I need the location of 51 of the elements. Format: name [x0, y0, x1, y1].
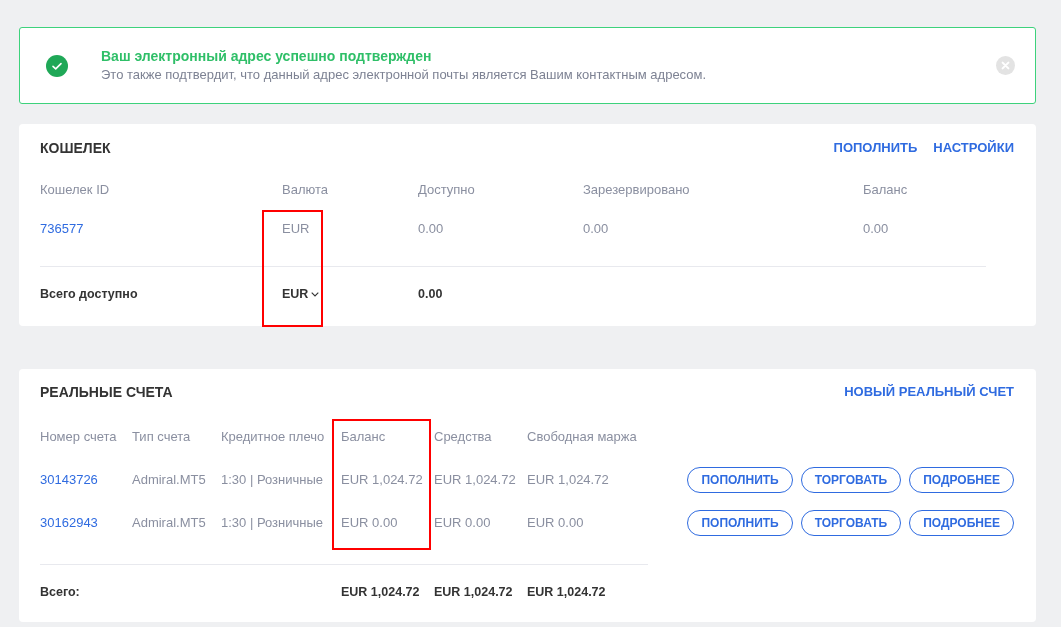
total-value: EUR 1,024.72: [527, 583, 606, 601]
table-cell-text: 1:30 | Розничные: [221, 513, 323, 532]
column-header: Валюта: [282, 181, 328, 200]
action-button[interactable]: ТОРГОВАТЬ: [800, 509, 902, 536]
table-cell-text: EUR 1,024.72: [434, 470, 516, 489]
column-header: Средства: [434, 427, 492, 446]
table-cell-text: EUR: [282, 220, 310, 239]
action-button[interactable]: ПОДРОБНЕЕ: [909, 466, 1014, 493]
table-cell-text: EUR 1,024.72: [527, 470, 609, 489]
column-header: Номер счета: [40, 427, 117, 446]
header-link[interactable]: ПОПОЛНИТЬ: [833, 138, 918, 158]
column-header: Баланс: [341, 427, 386, 446]
total-value: 0.00: [418, 285, 443, 303]
table-cell-text: 0.00: [418, 220, 444, 239]
table-cell-text: EUR 0.00: [341, 513, 398, 532]
column-header: Кошелек ID: [40, 181, 110, 200]
table-cell-text: EUR 1,024.72: [341, 470, 423, 489]
total-value: EUR 1,024.72: [341, 583, 420, 601]
action-button[interactable]: ТОРГОВАТЬ: [800, 466, 902, 493]
action-button[interactable]: ПОПОЛНИТЬ: [687, 509, 793, 536]
table-cell-text: 0.00: [583, 220, 609, 239]
alert-message: Это также подтвердит, что данный адрес электронной почты является Вашим контактным адресом.: [101, 66, 708, 84]
close-icon[interactable]: [996, 56, 1015, 75]
column-header: Кредитное плечо: [221, 427, 325, 446]
table-cell-text: EUR 0.00: [434, 513, 491, 532]
header-link[interactable]: НОВЫЙ РЕАЛЬНЫЙ СЧЕТ: [844, 382, 1014, 402]
table-cell-text: 0.00: [863, 220, 889, 239]
table-cell-text: Admiral.MT5: [132, 513, 206, 532]
total-value: EUR 1,024.72: [434, 583, 513, 601]
check-icon: [46, 54, 68, 77]
action-button[interactable]: ПОПОЛНИТЬ: [687, 466, 793, 493]
column-header: Свободная маржа: [527, 427, 637, 446]
column-header: Тип счета: [132, 427, 191, 446]
currency-dropdown[interactable]: EUR: [282, 284, 320, 304]
section-title: КОШЕЛЕК: [40, 138, 111, 158]
section-title: РЕАЛЬНЫЕ СЧЕТА: [40, 382, 173, 402]
column-header: Зарезервировано: [583, 181, 690, 200]
wallet-id-link[interactable]: 736577: [40, 208, 84, 250]
account-link[interactable]: 30162943: [40, 501, 98, 544]
caret-icon: [311, 291, 320, 297]
total-label: Всего:: [40, 583, 80, 601]
alert-title: Ваш электронный адрес успешно подтвержден: [101, 47, 433, 65]
column-header: Баланс: [863, 181, 908, 200]
table-cell-text: Admiral.MT5: [132, 470, 206, 489]
action-button[interactable]: ПОДРОБНЕЕ: [909, 509, 1014, 536]
total-label: Всего доступно: [40, 285, 138, 303]
table-cell-text: 1:30 | Розничные: [221, 470, 323, 489]
account-link[interactable]: 30143726: [40, 458, 98, 501]
table-cell-text: EUR 0.00: [527, 513, 584, 532]
column-header: Доступно: [418, 181, 475, 200]
header-link[interactable]: НАСТРОЙКИ: [933, 138, 1014, 158]
